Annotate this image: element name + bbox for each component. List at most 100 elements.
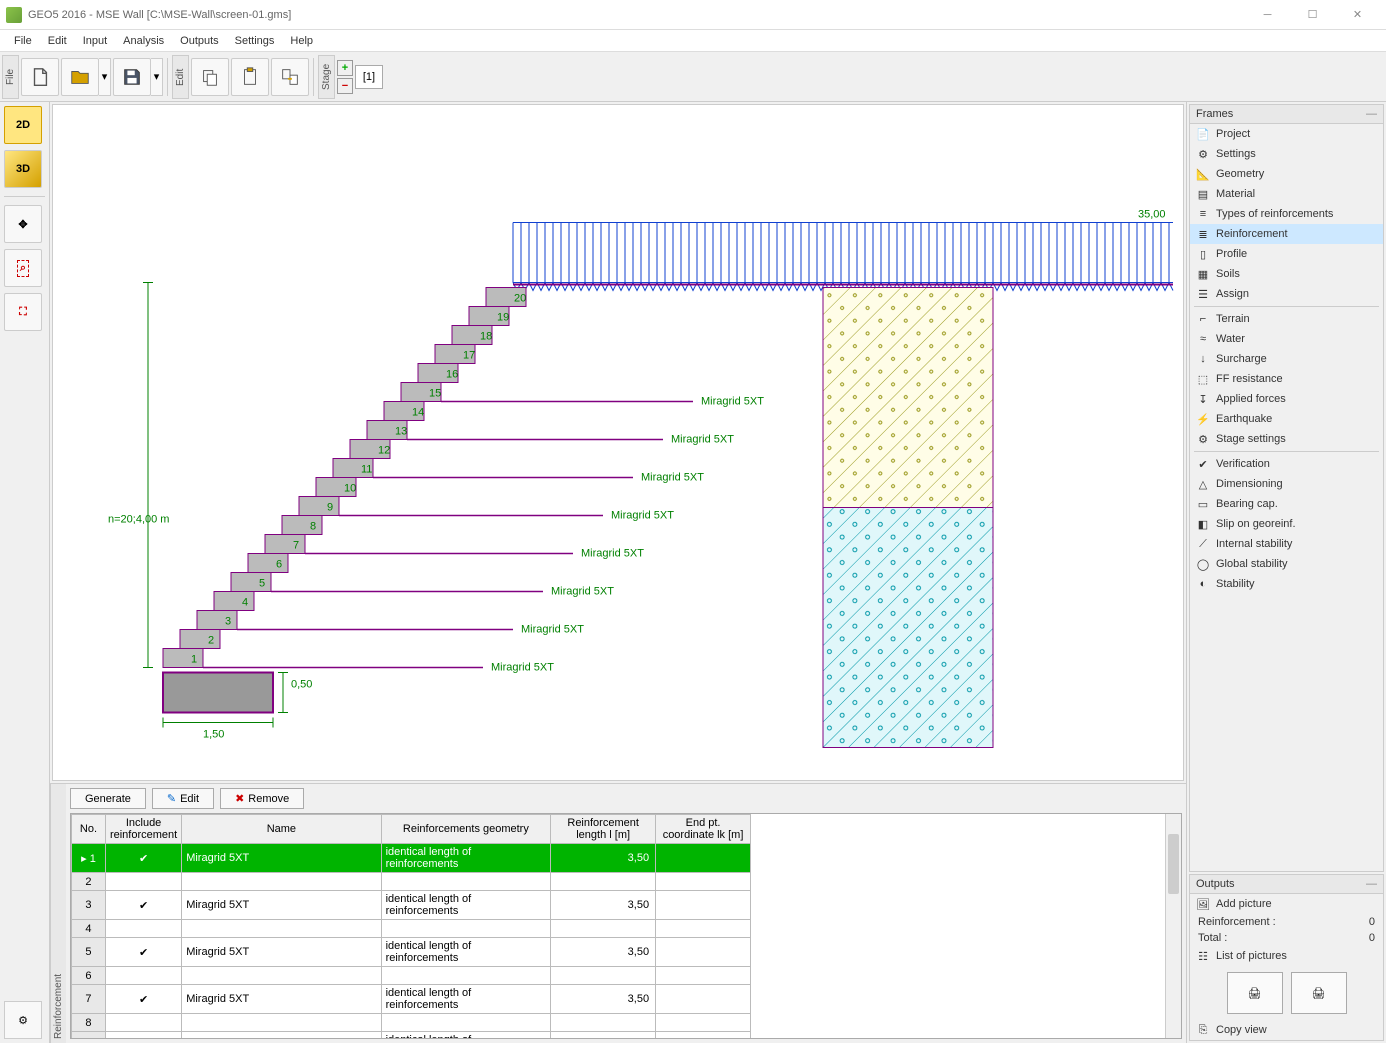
frame-item-stage-settings[interactable]: ⚙Stage settings — [1190, 429, 1383, 449]
svg-text:11: 11 — [361, 464, 372, 476]
open-dropdown[interactable]: ▾ — [99, 58, 111, 96]
menu-file[interactable]: File — [6, 33, 40, 49]
frame-item-label: Settings — [1216, 148, 1256, 160]
frame-item-bearing-cap-[interactable]: ▭Bearing cap. — [1190, 494, 1383, 514]
frame-item-internal-stability[interactable]: ⟋Internal stability — [1190, 534, 1383, 554]
save-file-button[interactable] — [113, 58, 151, 96]
table-row[interactable]: 7✔Miragrid 5XTidentical length of reinfo… — [72, 985, 751, 1014]
svg-text:3: 3 — [225, 616, 231, 628]
frames-header: Frames— — [1190, 105, 1383, 124]
generate-button[interactable]: Generate — [70, 788, 146, 809]
table-row[interactable]: ▸ 1✔Miragrid 5XTidentical length of rein… — [72, 844, 751, 873]
col-length[interactable]: Reinforcement length l [m] — [551, 815, 656, 844]
frame-item-settings[interactable]: ⚙ Settings — [1190, 144, 1383, 164]
print-button-1[interactable]: 🖨 — [1227, 972, 1283, 1014]
separator — [4, 196, 45, 197]
frame-item-applied-forces[interactable]: ↧Applied forces — [1190, 389, 1383, 409]
copy-view-button[interactable]: ⎘Copy view — [1190, 1020, 1383, 1040]
frame-item-reinforcement[interactable]: ≣Reinforcement — [1190, 224, 1383, 244]
frame-item-assign[interactable]: ☰Assign — [1190, 284, 1383, 304]
remove-stage-button[interactable]: − — [337, 78, 353, 94]
frame-item-dimensioning[interactable]: △Dimensioning — [1190, 474, 1383, 494]
new-file-button[interactable] — [21, 58, 59, 96]
save-dropdown[interactable]: ▾ — [151, 58, 163, 96]
list-pictures-button[interactable]: ☷List of pictures — [1190, 946, 1383, 966]
maximize-button[interactable]: ☐ — [1290, 1, 1335, 29]
frame-item-geometry[interactable]: 📐Geometry — [1190, 164, 1383, 184]
col-name[interactable]: Name — [182, 815, 381, 844]
frame-item-icon: ✔ — [1196, 457, 1210, 471]
minimize-button[interactable]: ─ — [1245, 1, 1290, 29]
print-button-2[interactable]: 🖨 — [1291, 972, 1347, 1014]
frame-item-label: Profile — [1216, 248, 1247, 260]
table-row[interactable]: 2 — [72, 873, 751, 891]
frame-item-icon: ▯ — [1196, 247, 1210, 261]
frame-item-label: Verification — [1216, 458, 1270, 470]
pan-button[interactable]: ✥ — [4, 205, 42, 243]
open-file-button[interactable] — [61, 58, 99, 96]
frame-item-project[interactable]: 📄Project — [1190, 124, 1383, 144]
transfer-button[interactable] — [271, 58, 309, 96]
frame-item-earthquake[interactable]: ⚡Earthquake — [1190, 409, 1383, 429]
menu-help[interactable]: Help — [282, 33, 321, 49]
col-no[interactable]: No. — [72, 815, 106, 844]
frame-item-water[interactable]: ≈Water — [1190, 329, 1383, 349]
frame-item-profile[interactable]: ▯ Profile — [1190, 244, 1383, 264]
frame-item-verification[interactable]: ✔ Verification — [1190, 454, 1383, 474]
menu-analysis[interactable]: Analysis — [115, 33, 172, 49]
table-row[interactable]: 5✔Miragrid 5XTidentical length of reinfo… — [72, 938, 751, 967]
frame-item-label: Slip on georeinf. — [1216, 518, 1296, 530]
add-picture-button[interactable]: 🖼Add picture — [1190, 894, 1383, 914]
svg-text:4: 4 — [242, 597, 248, 609]
table-row[interactable]: 9✔Miragrid 5XTidentical length of reinfo… — [72, 1032, 751, 1040]
frame-item-stability[interactable]: ◐Stability — [1190, 574, 1383, 594]
svg-text:2: 2 — [208, 635, 214, 647]
table-row[interactable]: 6 — [72, 967, 751, 985]
svg-text:8: 8 — [310, 521, 316, 533]
menu-input[interactable]: Input — [75, 33, 115, 49]
frame-item-types-of-reinforcements[interactable]: ≡Types of reinforcements — [1190, 204, 1383, 224]
zoom-window-button[interactable]: ⌕ — [4, 249, 42, 287]
stage-tab-1[interactable]: [1] — [355, 65, 383, 89]
frame-item-label: Internal stability — [1216, 538, 1292, 550]
remove-button[interactable]: ✖Remove — [220, 788, 304, 809]
paste-button[interactable] — [231, 58, 269, 96]
add-picture-icon: 🖼 — [1196, 897, 1210, 911]
menu-edit[interactable]: Edit — [40, 33, 75, 49]
table-row[interactable]: 4 — [72, 920, 751, 938]
svg-text:Miragrid 5XT: Miragrid 5XT — [551, 586, 614, 598]
bottom-panel: Reinforcement Generate ✎Edit ✖Remove No.… — [50, 783, 1186, 1043]
col-include[interactable]: Include reinforcement — [105, 815, 181, 844]
copy-button[interactable] — [191, 58, 229, 96]
add-stage-button[interactable]: + — [337, 60, 353, 76]
close-button[interactable]: ✕ — [1335, 1, 1380, 29]
frame-item-slip-on-georeinf-[interactable]: ◧Slip on georeinf. — [1190, 514, 1383, 534]
view-settings-button[interactable]: ⚙ — [4, 1001, 42, 1039]
minimize-icon[interactable]: — — [1366, 878, 1377, 890]
frame-item-material[interactable]: ▤Material — [1190, 184, 1383, 204]
frame-item-ff-resistance[interactable]: ⬚FF resistance — [1190, 369, 1383, 389]
frame-item-label: Stage settings — [1216, 433, 1286, 445]
view-3d-button[interactable]: 3D — [4, 150, 42, 188]
view-2d-button[interactable]: 2D — [4, 106, 42, 144]
edit-button[interactable]: ✎Edit — [152, 788, 214, 809]
outputs-header: Outputs— — [1190, 875, 1383, 894]
col-geom[interactable]: Reinforcements geometry — [381, 815, 551, 844]
minimize-icon[interactable]: — — [1366, 108, 1377, 120]
table-scrollbar[interactable] — [1165, 814, 1181, 1038]
menu-settings[interactable]: Settings — [227, 33, 283, 49]
frame-item-label: Surcharge — [1216, 353, 1267, 365]
table-row[interactable]: 8 — [72, 1014, 751, 1032]
frame-item-global-stability[interactable]: ◯Global stability — [1190, 554, 1383, 574]
drawing-canvas[interactable]: 35,00 n=20;4,00 m 1234567891011121314151… — [52, 104, 1184, 781]
col-end[interactable]: End pt. coordinate lk [m] — [656, 815, 751, 844]
zoom-extents-button[interactable]: ⛶ — [4, 293, 42, 331]
menu-outputs[interactable]: Outputs — [172, 33, 227, 49]
table-row[interactable]: 3✔Miragrid 5XTidentical length of reinfo… — [72, 891, 751, 920]
svg-text:17: 17 — [463, 350, 475, 362]
frame-item-surcharge[interactable]: ↓Surcharge — [1190, 349, 1383, 369]
frame-item-terrain[interactable]: ⌐Terrain — [1190, 309, 1383, 329]
reinforcement-table[interactable]: No. Include reinforcement Name Reinforce… — [70, 813, 1182, 1039]
frame-item-soils[interactable]: ▦Soils — [1190, 264, 1383, 284]
frame-item-icon: ⚙ — [1196, 147, 1210, 161]
